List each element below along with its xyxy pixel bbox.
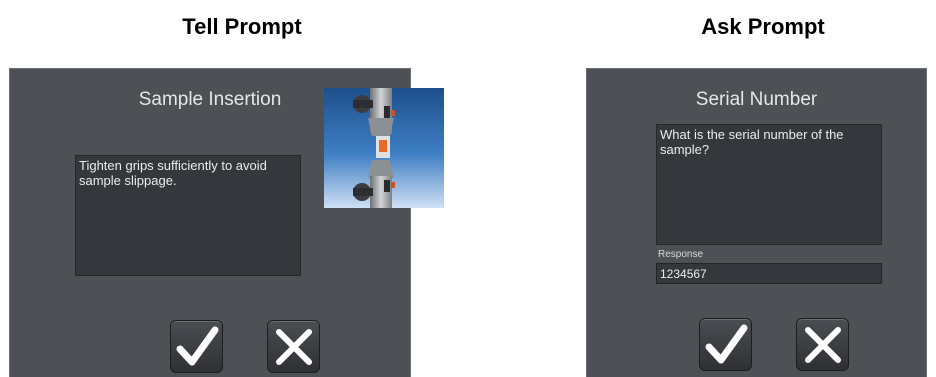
response-label: Response	[658, 249, 704, 260]
ask-cancel-button[interactable]	[796, 318, 849, 371]
ask-prompt-caption: Ask Prompt	[701, 14, 825, 39]
tell-message-box: Tighten grips sufficiently to avoid samp…	[75, 155, 301, 276]
ask-dialog-title: Serial Number	[695, 89, 818, 110]
close-icon	[275, 329, 312, 365]
ask-ok-button[interactable]	[699, 318, 752, 371]
tell-cancel-button[interactable]	[267, 320, 320, 373]
response-input[interactable]	[656, 263, 882, 284]
grip-sample-image	[324, 88, 444, 208]
tell-prompt-caption: Tell Prompt	[182, 14, 302, 39]
checkmark-icon	[176, 326, 218, 366]
ask-message-box: What is the serial number of the sample?	[656, 124, 882, 245]
tell-ok-button[interactable]	[170, 320, 223, 373]
close-icon	[804, 327, 841, 363]
checkmark-icon	[705, 324, 747, 364]
